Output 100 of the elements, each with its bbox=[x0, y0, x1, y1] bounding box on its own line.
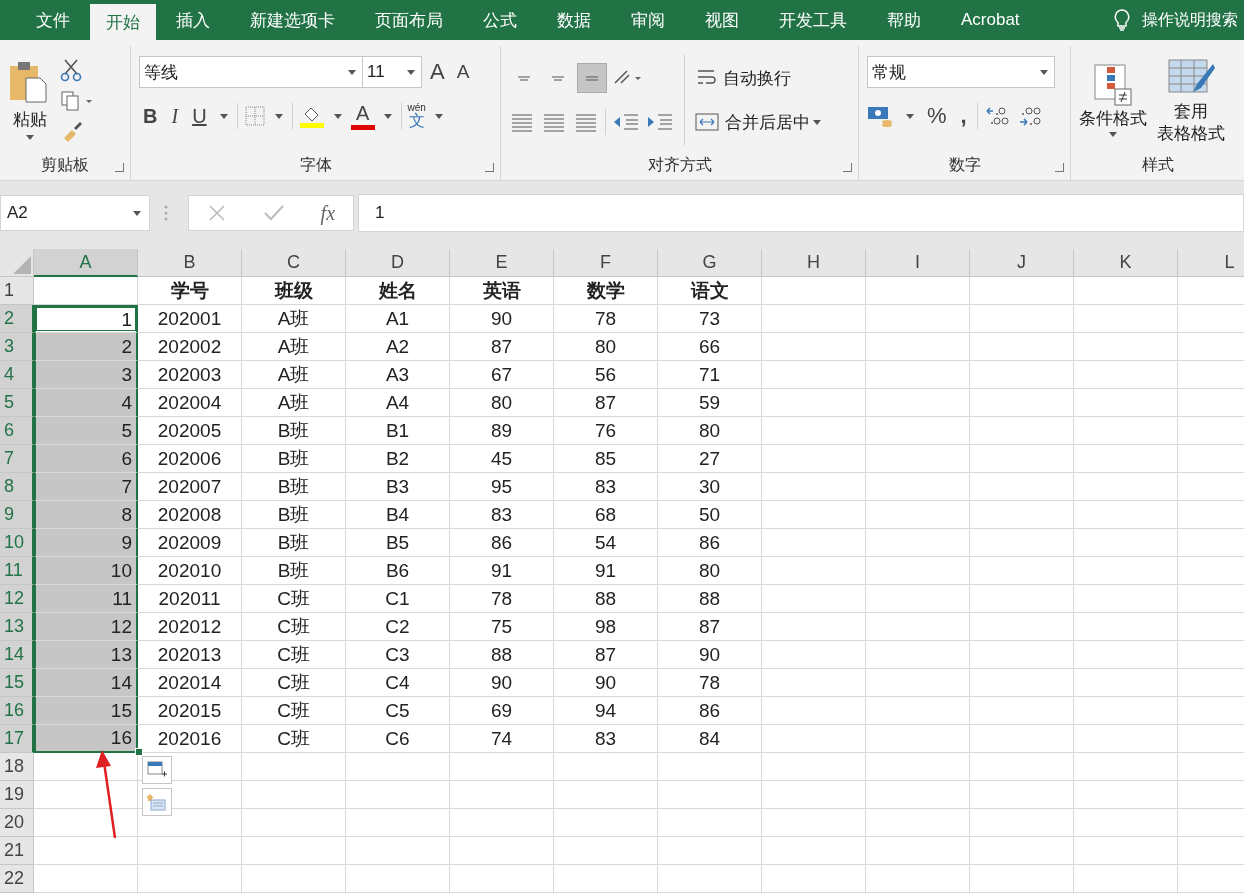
caret-icon[interactable] bbox=[383, 113, 392, 119]
column-header[interactable]: K bbox=[1074, 249, 1178, 277]
ribbon-tab[interactable]: 插入 bbox=[156, 0, 230, 40]
tell-me-search[interactable]: 操作说明搜索 bbox=[1142, 9, 1238, 31]
formula-input[interactable]: 1 bbox=[358, 194, 1244, 232]
ribbon-tab[interactable]: 视图 bbox=[685, 0, 759, 40]
ribbon-tab[interactable]: 帮助 bbox=[867, 0, 941, 40]
ribbon-tab[interactable]: 数据 bbox=[537, 0, 611, 40]
table-cell: 56 bbox=[554, 361, 658, 389]
column-header[interactable]: G bbox=[658, 249, 762, 277]
ribbon-tab[interactable]: 页面布局 bbox=[355, 0, 463, 40]
font-name-dropdown[interactable]: 等线 bbox=[139, 56, 363, 88]
column-header[interactable]: C bbox=[242, 249, 346, 277]
caret-icon[interactable] bbox=[813, 119, 821, 125]
table-cell: B5 bbox=[346, 529, 450, 557]
table-cell: 8 bbox=[34, 501, 138, 529]
quick-analysis-button[interactable] bbox=[142, 756, 172, 784]
caret-icon[interactable] bbox=[274, 113, 283, 119]
table-plus-icon bbox=[146, 760, 168, 780]
table-cell: 80 bbox=[658, 417, 762, 445]
insert-function-button[interactable]: fx bbox=[320, 201, 336, 225]
dialog-launcher-icon[interactable] bbox=[485, 163, 494, 172]
table-cell: 94 bbox=[554, 697, 658, 725]
text-align-icon[interactable] bbox=[541, 111, 567, 133]
row-header[interactable]: 9 bbox=[0, 501, 34, 529]
column-header[interactable]: H bbox=[762, 249, 866, 277]
dialog-launcher-icon[interactable] bbox=[843, 163, 852, 172]
row-header[interactable]: 6 bbox=[0, 417, 34, 445]
ribbon-tab[interactable]: 审阅 bbox=[611, 0, 685, 40]
comma-style-button[interactable]: , bbox=[956, 103, 971, 129]
paste-button[interactable]: 粘贴 bbox=[8, 60, 52, 140]
row-header[interactable]: 7 bbox=[0, 445, 34, 473]
italic-button[interactable]: I bbox=[167, 104, 183, 128]
row-header[interactable]: 13 bbox=[0, 613, 34, 641]
dialog-launcher-icon[interactable] bbox=[1055, 163, 1064, 172]
row-header[interactable]: 15 bbox=[0, 669, 34, 697]
column-header[interactable]: B bbox=[138, 249, 242, 277]
align-lines-icon bbox=[551, 75, 565, 81]
row-header[interactable]: 3 bbox=[0, 333, 34, 361]
row-header[interactable]: 18 bbox=[0, 753, 34, 781]
caret-icon[interactable] bbox=[906, 113, 914, 119]
row-header[interactable]: 16 bbox=[0, 697, 34, 725]
increase-indent-icon[interactable] bbox=[646, 111, 674, 133]
wrap-text-button[interactable]: 自动换行 bbox=[695, 56, 824, 100]
table-cell: 202010 bbox=[138, 557, 242, 585]
text-align-icon[interactable] bbox=[573, 111, 599, 133]
row-header[interactable]: 8 bbox=[0, 473, 34, 501]
caret-icon[interactable] bbox=[434, 113, 443, 119]
column-header[interactable]: J bbox=[970, 249, 1074, 277]
row-header[interactable]: 5 bbox=[0, 389, 34, 417]
text-align-icon[interactable] bbox=[509, 111, 535, 133]
ribbon-tab[interactable]: 开始 bbox=[90, 4, 156, 40]
row-header[interactable]: 17 bbox=[0, 725, 34, 753]
row-header[interactable]: 2 bbox=[0, 305, 34, 333]
fill-handle[interactable] bbox=[135, 748, 143, 756]
ribbon-tab[interactable]: 公式 bbox=[463, 0, 537, 40]
caret-icon[interactable] bbox=[219, 113, 228, 119]
phonetic-guide-button[interactable]: wén 文 bbox=[407, 103, 426, 129]
row-header[interactable]: 22 bbox=[0, 865, 34, 893]
row-header[interactable]: 12 bbox=[0, 585, 34, 613]
increase-decimal-icon[interactable] bbox=[983, 104, 1012, 128]
column-header[interactable]: I bbox=[866, 249, 970, 277]
table-cell: 15 bbox=[34, 697, 138, 725]
column-header[interactable]: F bbox=[554, 249, 658, 277]
row-header[interactable]: 14 bbox=[0, 641, 34, 669]
font-size-dropdown[interactable]: 11 bbox=[362, 56, 422, 88]
ribbon-tab[interactable]: 新建选项卡 bbox=[230, 0, 355, 40]
name-box[interactable]: A2 bbox=[0, 195, 150, 231]
checkmark-icon[interactable] bbox=[262, 203, 285, 223]
number-format-dropdown[interactable]: 常规 bbox=[867, 56, 1055, 88]
row-header[interactable]: 4 bbox=[0, 361, 34, 389]
column-header[interactable]: A bbox=[34, 249, 138, 277]
ribbon-tab[interactable]: 文件 bbox=[16, 0, 90, 40]
row-header[interactable]: 1 bbox=[0, 277, 34, 305]
merge-center-button[interactable]: 合并后居中 bbox=[695, 100, 810, 144]
ribbon-tab[interactable]: 开发工具 bbox=[759, 0, 867, 40]
font-color-button[interactable]: A bbox=[350, 102, 375, 130]
cut-icon[interactable] bbox=[60, 58, 82, 82]
column-header[interactable]: L bbox=[1178, 249, 1244, 277]
caret-icon[interactable] bbox=[333, 113, 342, 119]
underline-button[interactable]: U bbox=[188, 104, 211, 128]
conditional-formatting-button[interactable]: 条件格式 bbox=[1079, 63, 1147, 137]
row-header[interactable]: 11 bbox=[0, 557, 34, 585]
dialog-launcher-icon[interactable] bbox=[115, 163, 124, 172]
bold-button[interactable]: B bbox=[139, 104, 162, 128]
increase-font-size-button[interactable]: A bbox=[426, 59, 449, 85]
row-header[interactable]: 10 bbox=[0, 529, 34, 557]
column-header[interactable]: E bbox=[450, 249, 554, 277]
decrease-font-size-button[interactable]: A bbox=[452, 61, 474, 83]
row-header[interactable]: 20 bbox=[0, 809, 34, 837]
decrease-indent-icon[interactable] bbox=[612, 111, 640, 133]
table-cell: 95 bbox=[450, 473, 554, 501]
table-cell: 86 bbox=[450, 529, 554, 557]
ribbon-tab[interactable]: Acrobat bbox=[941, 0, 1040, 40]
column-header[interactable]: D bbox=[346, 249, 450, 277]
row-header[interactable]: 19 bbox=[0, 781, 34, 809]
table-cell: C班 bbox=[242, 697, 346, 725]
row-header[interactable]: 21 bbox=[0, 837, 34, 865]
percent-style-button[interactable]: % bbox=[923, 103, 951, 129]
format-as-table-button[interactable]: 套用 表格格式 bbox=[1157, 55, 1225, 145]
